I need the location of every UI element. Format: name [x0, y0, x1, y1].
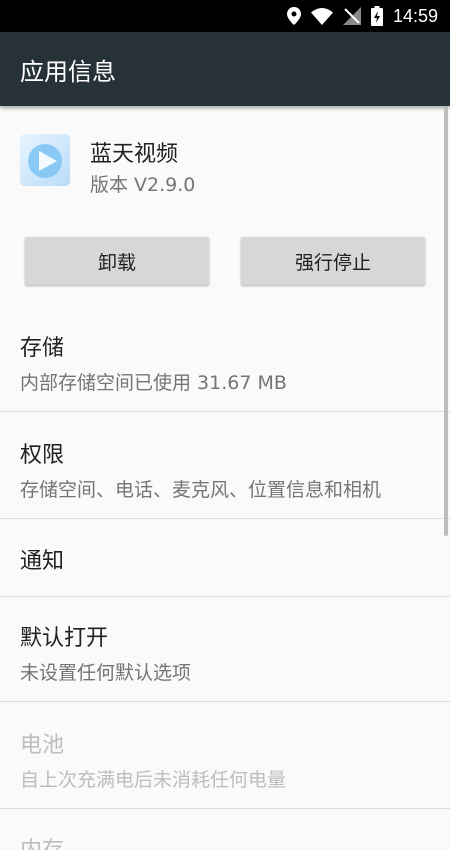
page-title: 应用信息 — [20, 57, 116, 86]
app-version: 版本 V2.9.0 — [90, 174, 196, 196]
item-subtitle: 存储空间、电话、麦克风、位置信息和相机 — [20, 479, 382, 501]
list-item-battery: 电池 自上次充满电后未消耗任何电量 — [0, 727, 450, 792]
item-title: 内存 — [20, 832, 450, 850]
item-title: 电池 — [20, 733, 65, 758]
status-bar: 14:59 — [0, 0, 450, 32]
item-subtitle: 未设置任何默认选项 — [20, 662, 192, 684]
battery-charging-icon — [370, 6, 383, 26]
item-title: 通知 — [20, 549, 65, 574]
divider — [0, 518, 450, 519]
location-icon — [286, 7, 301, 25]
app-name: 蓝天视频 — [90, 142, 179, 167]
item-subtitle: 自上次充满电后未消耗任何电量 — [20, 769, 287, 791]
app-info-content: 蓝天视频 版本 V2.9.0 卸载 强行停止 存储 内部存储空间已使用 31.6… — [0, 106, 450, 850]
item-title: 权限 — [20, 443, 65, 468]
scrollbar[interactable] — [444, 106, 448, 536]
wifi-icon — [310, 7, 333, 25]
status-time: 14:59 — [392, 5, 438, 26]
divider — [0, 808, 450, 809]
no-signal-icon — [342, 7, 361, 25]
app-bar: 应用信息 — [0, 32, 450, 106]
list-item-notifications[interactable]: 通知 — [0, 543, 450, 575]
list-item-open-by-default[interactable]: 默认打开 未设置任何默认选项 — [0, 620, 450, 685]
list-item-memory: 内存 — [0, 832, 450, 850]
list-item-storage[interactable]: 存储 内部存储空间已使用 31.67 MB — [0, 330, 450, 395]
item-subtitle: 内部存储空间已使用 31.67 MB — [20, 372, 287, 394]
divider — [0, 596, 450, 597]
app-header: 蓝天视频 版本 V2.9.0 — [0, 106, 450, 226]
force-stop-button[interactable]: 强行停止 — [241, 237, 425, 285]
divider — [0, 411, 450, 412]
item-title: 默认打开 — [20, 626, 109, 651]
list-item-permissions[interactable]: 权限 存储空间、电话、麦克风、位置信息和相机 — [0, 437, 450, 502]
uninstall-button[interactable]: 卸载 — [25, 237, 209, 285]
item-title: 存储 — [20, 336, 65, 361]
app-icon — [20, 134, 70, 186]
divider — [0, 701, 450, 702]
